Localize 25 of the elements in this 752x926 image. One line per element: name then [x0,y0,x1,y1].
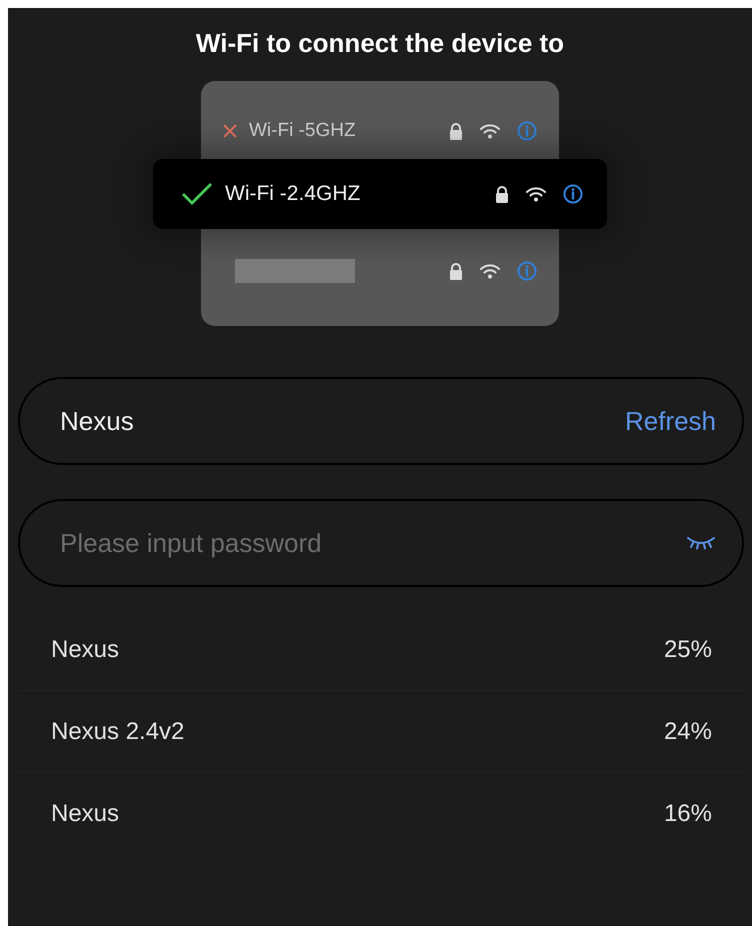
password-input[interactable]: Please input password [60,528,686,558]
network-list-item[interactable]: Nexus 16% [18,773,744,854]
network-name: Nexus [51,800,120,828]
network-name: Nexus [51,636,120,664]
selected-network-row[interactable]: Wi-Fi -2.4GHZ [153,159,607,229]
page-title: Wi-Fi to connect the device to [194,28,566,59]
closed-eye-icon[interactable] [686,535,716,551]
network-name: Nexus 2.4v2 [51,718,184,746]
network-name: Wi-Fi -2.4GHZ [225,182,362,206]
wifi-icon [525,186,547,202]
password-field[interactable]: Please input password [18,499,744,587]
network-name: Nexus [60,406,135,436]
lock-icon [449,262,463,280]
network-name: Wi-Fi -5GHZ [249,120,357,142]
lock-icon [449,122,463,140]
wifi-icon [479,264,501,278]
wifi-icon [479,124,501,138]
info-icon[interactable] [563,184,583,204]
lock-icon [495,186,509,202]
network-list-item[interactable]: Nexus 25% [18,609,744,691]
signal-strength: 25% [664,636,712,664]
signal-strength: 16% [664,800,712,828]
signal-strength: 24% [664,718,712,746]
network-list-item[interactable]: Nexus 2.4v2 24% [18,691,744,773]
refresh-link[interactable]: Refresh [624,406,716,436]
